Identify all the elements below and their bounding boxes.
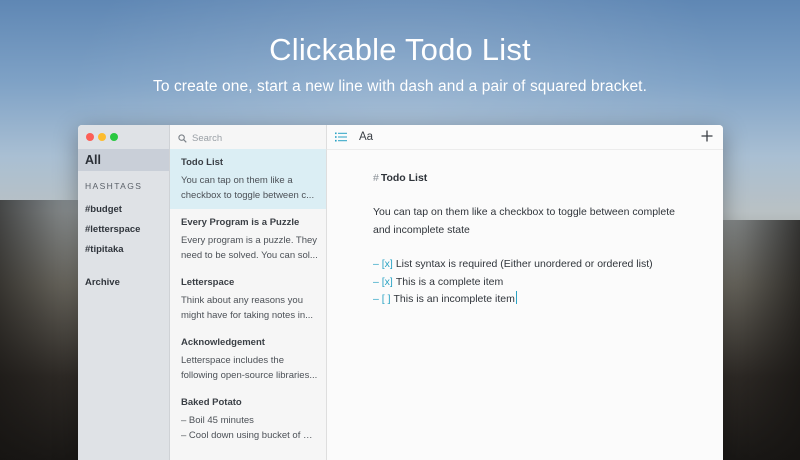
text-cursor [515, 291, 517, 304]
note-preview: Think about any reasons you [181, 295, 303, 306]
sidebar-item-budget[interactable]: #budget [85, 204, 122, 215]
note-list: Search Todo List You can tap on them lik… [170, 125, 327, 460]
sidebar-item-archive[interactable]: Archive [85, 277, 120, 288]
document-heading: # Todo List [373, 172, 693, 184]
app-window: All HASHTAGS #budget #letterspace #tipit… [78, 125, 723, 460]
note-title: Acknowledgement [181, 337, 265, 348]
sidebar-item-tipitaka[interactable]: #tipitaka [85, 244, 124, 255]
note-title: Todo List [181, 157, 224, 168]
checkbox-checked[interactable]: – [x] [373, 258, 393, 270]
plus-icon[interactable] [701, 130, 713, 142]
search-placeholder: Search [192, 132, 223, 144]
zoom-window-button[interactable] [110, 133, 118, 141]
note-title: Baked Potato [181, 397, 242, 408]
note-preview: Letterspace includes the [181, 355, 284, 366]
heading-text: Todo List [380, 172, 428, 184]
hero-title: Clickable Todo List [269, 32, 531, 67]
list-item[interactable]: Every Program is a Puzzle Every program … [170, 209, 326, 269]
heading-hash: # [373, 172, 379, 184]
close-window-button[interactable] [86, 133, 94, 141]
sidebar-item-all[interactable]: All [78, 149, 169, 171]
todo-text: This is an incomplete item [393, 293, 515, 305]
paragraph-line: and incomplete state [373, 223, 470, 236]
note-preview: – Cool down using bucket of wat... [181, 430, 319, 441]
editor[interactable]: Aa # Todo List You can tap on them like a… [327, 125, 723, 460]
document-paragraph: You can tap on them like a checkbox to t… [373, 204, 693, 239]
hashtags-heading: HASHTAGS [85, 181, 143, 191]
list-item[interactable]: Baked Potato – Boil 45 minutes – Cool do… [170, 389, 326, 449]
todo-item: – [ ] This is an incomplete item [373, 291, 693, 309]
search-icon [178, 133, 187, 143]
editor-toolbar: Aa [327, 125, 723, 150]
hero-subtitle: To create one, start a new line with das… [152, 78, 647, 95]
sidebar: All HASHTAGS #budget #letterspace #tipit… [78, 125, 170, 460]
note-title: Every Program is a Puzzle [181, 217, 300, 228]
checkbox-unchecked[interactable]: – [ ] [373, 293, 391, 305]
note-preview: Every program is a puzzle. They [181, 235, 318, 246]
todo-item: – [x] List syntax is required (Either uno… [373, 256, 693, 274]
search-input[interactable]: Search [178, 131, 319, 145]
note-preview: You can tap on them like a [181, 175, 293, 186]
note-preview: checkbox to toggle between c... [181, 190, 315, 201]
list-icon[interactable] [335, 132, 347, 142]
list-item[interactable]: Acknowledgement Letterspace includes the… [170, 329, 326, 389]
minimize-window-button[interactable] [98, 133, 106, 141]
list-item[interactable]: Todo List You can tap on them like a che… [170, 149, 326, 209]
checkbox-checked[interactable]: – [x] [373, 276, 393, 288]
sidebar-item-letterspace[interactable]: #letterspace [85, 224, 140, 235]
list-item[interactable]: Letterspace Think about any reasons you … [170, 269, 326, 329]
note-title: Letterspace [181, 277, 235, 288]
note-preview: following open-source libraries... [181, 370, 318, 381]
note-preview: might have for taking notes in... [181, 310, 314, 321]
todo-text: This is a complete item [395, 275, 504, 288]
todo-text: List syntax is required (Either unordere… [395, 258, 653, 270]
document-body[interactable]: # Todo List You can tap on them like a ch… [373, 172, 693, 309]
font-button[interactable]: Aa [359, 131, 373, 143]
note-preview: need to be solved. You can sol... [181, 250, 318, 261]
todo-list: – [x] List syntax is required (Either uno… [373, 256, 693, 309]
paragraph-line: You can tap on them like a checkbox to t… [373, 206, 675, 218]
todo-item: – [x] This is a complete item [373, 274, 693, 292]
note-preview: – Boil 45 minutes [181, 415, 254, 426]
window-controls [86, 133, 118, 141]
